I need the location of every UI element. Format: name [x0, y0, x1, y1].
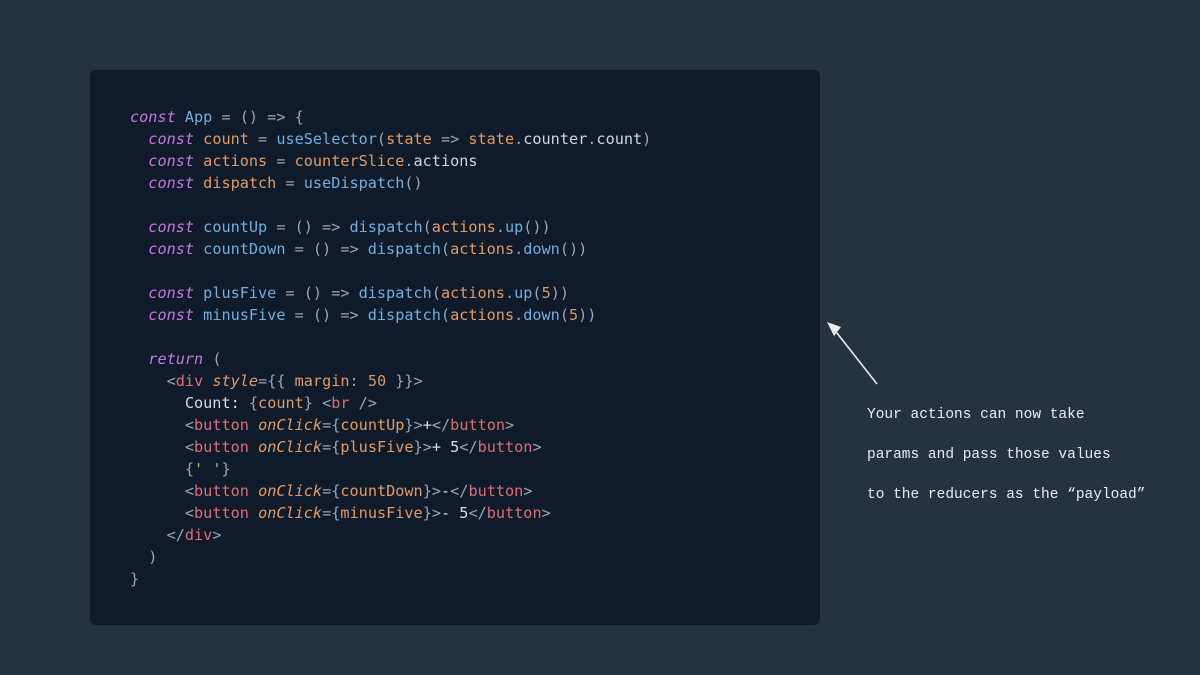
- annotation-text: Your actions can now take params and pas…: [867, 385, 1177, 505]
- annotation-line: params and pass those values: [867, 447, 1111, 463]
- identifier-app: App: [185, 108, 212, 126]
- arrow-icon: [827, 322, 887, 392]
- keyword-const: const: [130, 108, 176, 126]
- code-block: const App = () => { const count = useSel…: [130, 106, 780, 590]
- annotation-line: to the reducers as the “payload”: [867, 487, 1145, 503]
- code-panel: const App = () => { const count = useSel…: [90, 70, 820, 625]
- annotation-line: Your actions can now take: [867, 407, 1085, 423]
